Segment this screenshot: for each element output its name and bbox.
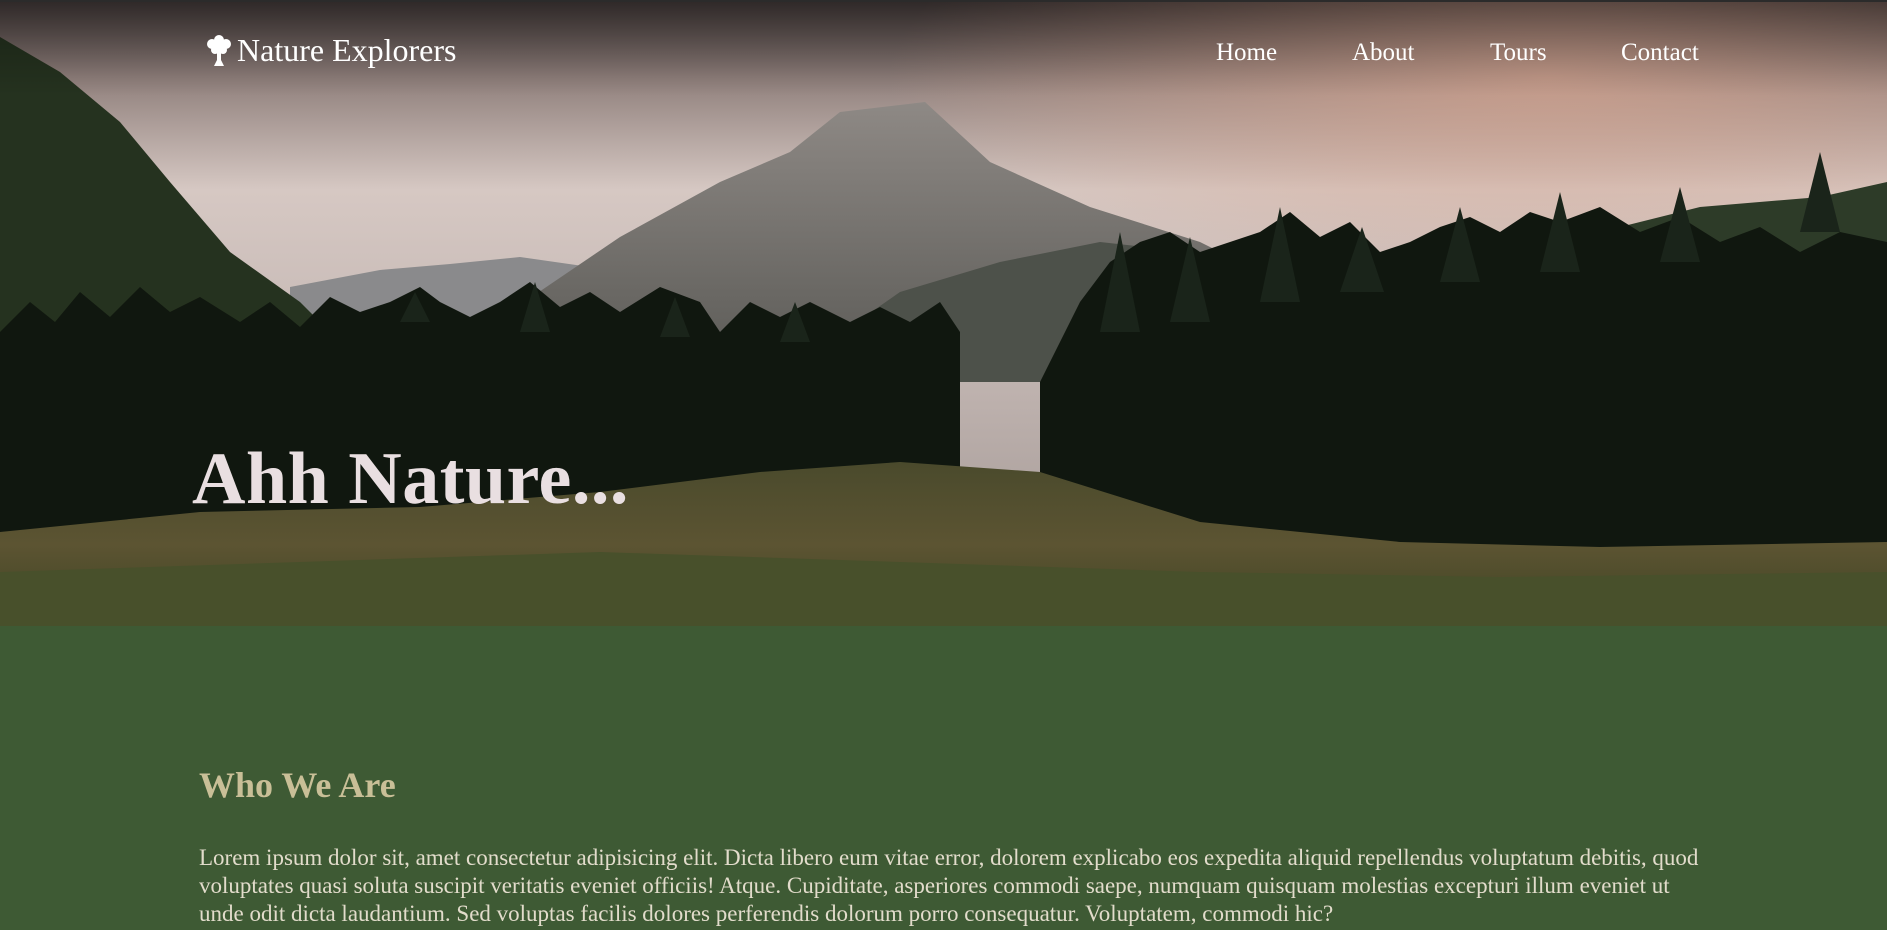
nav-home-link[interactable]: Home [1216,40,1277,65]
site-header: Nature Explorers Home About Tours Contac… [0,2,1887,106]
section-heading: Who We Are [199,765,396,805]
nav-about-link[interactable]: About [1352,40,1415,65]
who-we-are-section: Who We Are Lorem ipsum dolor sit, amet c… [0,626,1887,930]
hero-section: Nature Explorers Home About Tours Contac… [0,0,1887,626]
nav-contact-link[interactable]: Contact [1621,40,1699,65]
section-body-text: Lorem ipsum dolor sit, amet consectetur … [199,845,1699,926]
nav-tours-link[interactable]: Tours [1490,40,1547,65]
hero-headline: Ahh Nature... [192,438,629,520]
main-nav: Home About Tours Contact [0,40,1887,70]
